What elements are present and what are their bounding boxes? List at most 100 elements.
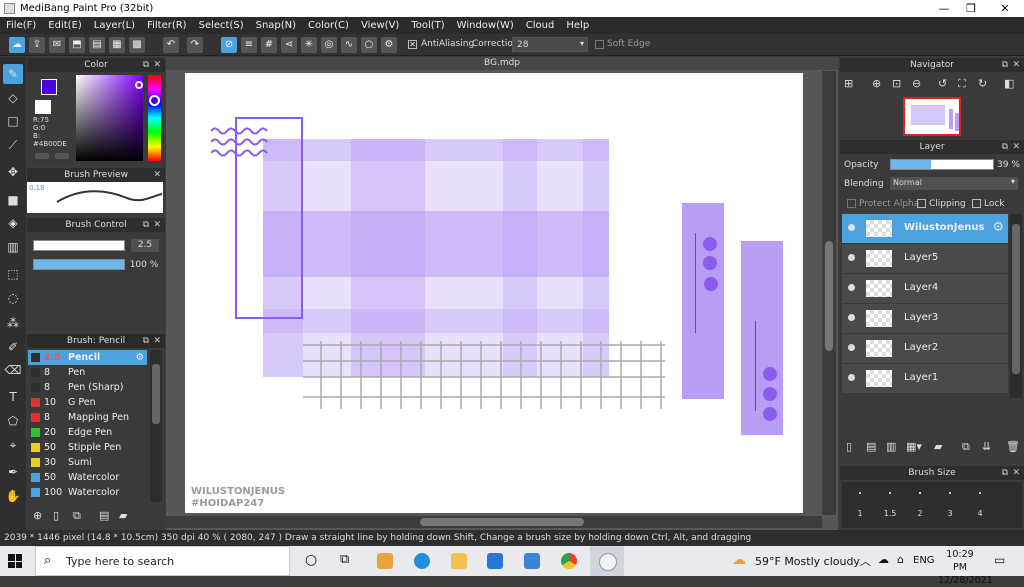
brush-settings-gear-icon[interactable]: ⚙: [135, 350, 144, 365]
menu-select[interactable]: Select(S): [193, 17, 250, 34]
radial-snap-icon[interactable]: ✳: [301, 37, 317, 53]
layer-row[interactable]: Layer3: [842, 304, 1008, 334]
magic-wand-tool-icon[interactable]: ⁂: [3, 313, 23, 333]
close-icon[interactable]: ✕: [1012, 58, 1020, 72]
zoom-out-icon[interactable]: ⊖: [912, 77, 921, 90]
mail-icon[interactable]: [524, 553, 540, 569]
menu-file[interactable]: File(F): [0, 17, 42, 34]
curve-snap-icon[interactable]: ∿: [341, 37, 357, 53]
brush-size-slider[interactable]: [33, 240, 125, 251]
close-icon[interactable]: ✕: [153, 218, 161, 232]
file-explorer-icon[interactable]: [451, 553, 467, 569]
language-indicator[interactable]: ENG: [913, 555, 935, 566]
close-icon[interactable]: ✕: [1012, 466, 1020, 480]
store-icon[interactable]: [487, 553, 503, 569]
merge-layer-icon[interactable]: ⇊: [982, 440, 991, 453]
menu-view[interactable]: View(V): [355, 17, 405, 34]
comment-icon[interactable]: ✉: [49, 37, 65, 53]
new-8bit-layer-icon[interactable]: ▥: [886, 440, 896, 453]
select-pen-tool-icon[interactable]: ✐: [3, 337, 23, 357]
parallel-snap-icon[interactable]: ≡: [241, 37, 257, 53]
bucket-tool-icon[interactable]: ◈: [3, 213, 23, 233]
brush-item[interactable]: 100 Watercolor (Wet): [28, 485, 147, 500]
layer-row[interactable]: Layer2: [842, 334, 1008, 364]
protect-alpha-checkbox[interactable]: [847, 199, 856, 208]
brush-settings-icon[interactable]: ⧉: [73, 509, 81, 523]
windows-start-icon[interactable]: [8, 554, 22, 568]
layer-list-scrollbar[interactable]: [1010, 214, 1022, 398]
cloud-sync-icon[interactable]: ☁: [878, 553, 889, 566]
taskbar-search[interactable]: ⌕ Type here to search: [35, 546, 290, 576]
brush-item[interactable]: 50 Stipple Pen: [28, 440, 147, 455]
close-icon[interactable]: ✕: [153, 334, 161, 348]
layer-settings-gear-icon[interactable]: ⚙: [992, 220, 1004, 235]
save-cloud-icon[interactable]: ⬒: [69, 37, 85, 53]
flip-icon[interactable]: ◧: [1004, 77, 1014, 90]
layer-row[interactable]: Layer4: [842, 274, 1008, 304]
text-tool-icon[interactable]: T: [3, 387, 23, 407]
color-mode-button-2[interactable]: [55, 153, 69, 159]
chrome-icon[interactable]: [561, 553, 577, 569]
eraser-tool-icon[interactable]: ◇: [3, 88, 23, 108]
duplicate-layer-icon[interactable]: ⧉: [962, 440, 970, 454]
close-icon[interactable]: ✕: [153, 168, 161, 182]
export-icon[interactable]: ⇪: [29, 37, 45, 53]
layer-row[interactable]: WilustonJenus ⚙: [842, 214, 1008, 244]
blending-select[interactable]: Normal ▾: [890, 177, 1018, 190]
rectangle-tool-icon[interactable]: □: [3, 111, 23, 131]
select-tool-icon[interactable]: ⬚: [3, 264, 23, 284]
menu-snap[interactable]: Snap(N): [250, 17, 302, 34]
transparent-swatch[interactable]: [35, 100, 51, 114]
new-layer-icon[interactable]: ▯: [846, 440, 852, 453]
menu-filter[interactable]: Filter(R): [141, 17, 193, 34]
undock-icon[interactable]: ⧉: [1002, 140, 1008, 154]
brush-size-cell[interactable]: 1.5: [876, 482, 904, 526]
visibility-icon[interactable]: [848, 284, 855, 291]
app-icon-widgets[interactable]: [377, 553, 393, 569]
add-brush-icon[interactable]: ⊕: [33, 509, 42, 522]
brush-item[interactable]: 8 Pen (Sharp): [28, 380, 147, 395]
eyedropper-tool-icon[interactable]: ⌖: [3, 435, 23, 455]
vertical-scrollbar[interactable]: [822, 71, 836, 515]
brush-tool-icon[interactable]: ✎: [3, 64, 23, 84]
canvas[interactable]: WILUSTONJENUS #HOIDAP247: [185, 73, 803, 513]
rotate-left-icon[interactable]: ↺: [938, 77, 947, 90]
circle-icon[interactable]: ○: [361, 37, 377, 53]
hue-handle[interactable]: [149, 95, 160, 106]
menu-edit[interactable]: Edit(E): [42, 17, 88, 34]
brush-size-cell[interactable]: 4: [966, 482, 994, 526]
divide-tool-icon[interactable]: ⬠: [3, 411, 23, 431]
visibility-icon[interactable]: [848, 374, 855, 381]
layer-opacity-slider[interactable]: [890, 159, 994, 170]
new-halftone-layer-icon[interactable]: ▤: [866, 440, 876, 453]
rotate-right-icon[interactable]: ↻: [978, 77, 987, 90]
color-mode-button[interactable]: [35, 153, 49, 159]
cortana-icon[interactable]: ○: [305, 552, 317, 568]
close-icon[interactable]: ✕: [153, 58, 161, 72]
move-tool-icon[interactable]: ✥: [3, 162, 23, 182]
new-doc-icon[interactable]: ▯: [53, 509, 59, 522]
tiles-icon[interactable]: ▩: [129, 37, 145, 53]
undock-icon[interactable]: ⧉: [143, 58, 149, 72]
folder-icon[interactable]: ▰: [119, 509, 127, 522]
layer-row[interactable]: Layer1: [842, 364, 1008, 394]
select-eraser-tool-icon[interactable]: ⌫: [3, 360, 23, 380]
close-button[interactable]: ✕: [985, 0, 1024, 17]
weather-text[interactable]: 59°F Mostly cloudy: [755, 555, 860, 568]
undock-icon[interactable]: ⧉: [1002, 58, 1008, 72]
menu-cloud[interactable]: Cloud: [520, 17, 561, 34]
brush-item[interactable]: 10 G Pen: [28, 395, 147, 410]
dot-tool-icon[interactable]: ⟋: [3, 135, 23, 155]
navigator-thumbnail[interactable]: [903, 97, 961, 136]
picker-handle[interactable]: [135, 81, 143, 89]
fit-window-icon[interactable]: ⛶: [958, 77, 966, 91]
layer-row[interactable]: Layer5: [842, 244, 1008, 274]
brush-item[interactable]: 8 Mapping Pen: [28, 410, 147, 425]
actual-size-icon[interactable]: ⊡: [892, 77, 901, 90]
brush-size-cell[interactable]: 3: [936, 482, 964, 526]
document-icon[interactable]: ▤: [89, 37, 105, 53]
grid-doc-icon[interactable]: ▦: [109, 37, 125, 53]
add-layer-menu-icon[interactable]: ▦▾: [906, 440, 922, 453]
pen-tool-icon[interactable]: ✒: [3, 462, 23, 482]
undock-icon[interactable]: ⧉: [143, 334, 149, 348]
